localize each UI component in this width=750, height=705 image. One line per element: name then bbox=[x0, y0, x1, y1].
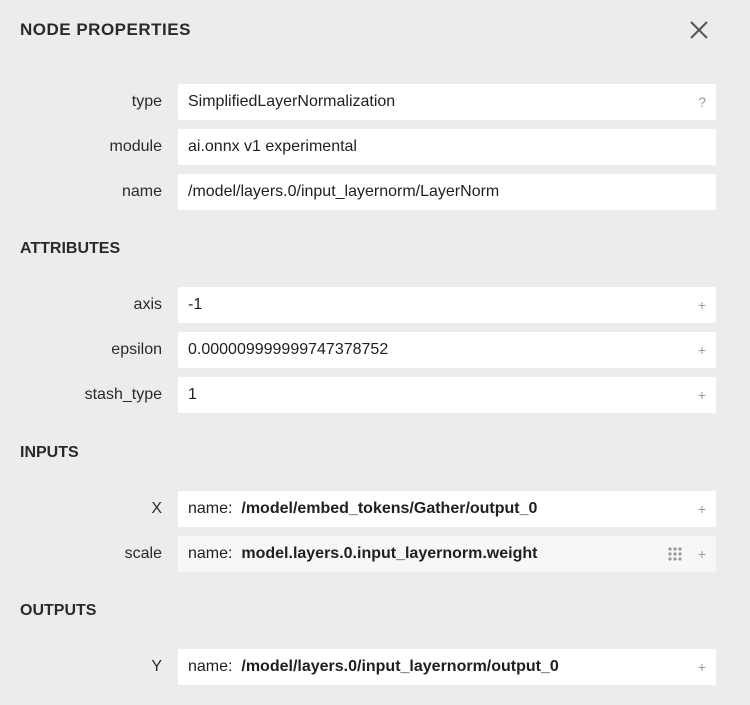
attribute-row-stash-type: stash_type 1 + bbox=[0, 377, 750, 413]
input-value-field[interactable]: name: /model/embed_tokens/Gather/output_… bbox=[178, 491, 716, 527]
name-prefix: name: bbox=[188, 500, 237, 517]
attribute-label: epsilon bbox=[111, 341, 162, 358]
attribute-label: axis bbox=[133, 296, 162, 313]
property-row-type: type SimplifiedLayerNormalization ? bbox=[0, 84, 750, 120]
attribute-value-field[interactable]: -1 + bbox=[178, 287, 716, 323]
help-icon[interactable]: ? bbox=[698, 84, 706, 120]
expand-icon[interactable]: + bbox=[698, 491, 706, 527]
attribute-row-axis: axis -1 + bbox=[0, 287, 750, 323]
input-label: scale bbox=[124, 545, 162, 562]
name-prefix: name: bbox=[188, 658, 237, 675]
input-row-scale: scale name: model.layers.0.input_layerno… bbox=[0, 536, 750, 572]
output-label: Y bbox=[151, 658, 162, 675]
output-name: /model/layers.0/input_layernorm/output_0 bbox=[241, 658, 559, 675]
output-value-field[interactable]: name: /model/layers.0/input_layernorm/ou… bbox=[178, 649, 716, 685]
name-value: /model/layers.0/input_layernorm/LayerNor… bbox=[188, 183, 500, 200]
attribute-value: 0.000009999999747378752 bbox=[188, 341, 389, 358]
type-value: SimplifiedLayerNormalization bbox=[188, 93, 396, 110]
module-value-field[interactable]: ai.onnx v1 experimental bbox=[178, 129, 716, 165]
name-value-field[interactable]: /model/layers.0/input_layernorm/LayerNor… bbox=[178, 174, 716, 210]
grid-dots-icon[interactable] bbox=[667, 546, 683, 562]
property-label: module bbox=[109, 138, 162, 155]
name-prefix: name: bbox=[188, 545, 237, 562]
inputs-heading: INPUTS bbox=[20, 444, 79, 461]
input-row-x: X name: /model/embed_tokens/Gather/outpu… bbox=[0, 491, 750, 527]
attributes-heading: ATTRIBUTES bbox=[20, 240, 121, 257]
expand-icon[interactable]: + bbox=[698, 649, 706, 685]
attribute-value: -1 bbox=[188, 296, 203, 313]
property-label: name bbox=[121, 183, 162, 200]
attribute-value-field[interactable]: 1 + bbox=[178, 377, 716, 413]
input-label: X bbox=[151, 500, 162, 517]
input-name: model.layers.0.input_layernorm.weight bbox=[241, 545, 538, 562]
close-icon[interactable] bbox=[687, 18, 711, 42]
expand-icon[interactable]: + bbox=[698, 332, 706, 368]
expand-icon[interactable]: + bbox=[698, 377, 706, 413]
panel-title: NODE PROPERTIES bbox=[20, 20, 191, 39]
property-label: type bbox=[131, 93, 162, 110]
type-value-field[interactable]: SimplifiedLayerNormalization ? bbox=[178, 84, 716, 120]
outputs-heading: OUTPUTS bbox=[20, 602, 97, 619]
expand-icon[interactable]: + bbox=[698, 536, 706, 572]
input-name: /model/embed_tokens/Gather/output_0 bbox=[241, 500, 538, 517]
input-value-field[interactable]: name: model.layers.0.input_layernorm.wei… bbox=[178, 536, 716, 572]
property-row-module: module ai.onnx v1 experimental bbox=[0, 129, 750, 165]
attribute-row-epsilon: epsilon 0.000009999999747378752 + bbox=[0, 332, 750, 368]
attribute-value-field[interactable]: 0.000009999999747378752 + bbox=[178, 332, 716, 368]
output-row-y: Y name: /model/layers.0/input_layernorm/… bbox=[0, 649, 750, 685]
property-row-name: name /model/layers.0/input_layernorm/Lay… bbox=[0, 174, 750, 210]
attribute-label: stash_type bbox=[84, 386, 162, 403]
expand-icon[interactable]: + bbox=[698, 287, 706, 323]
attribute-value: 1 bbox=[188, 386, 197, 403]
module-value: ai.onnx v1 experimental bbox=[188, 138, 357, 155]
node-properties-panel: NODE PROPERTIES type SimplifiedLayerNorm… bbox=[0, 0, 750, 705]
